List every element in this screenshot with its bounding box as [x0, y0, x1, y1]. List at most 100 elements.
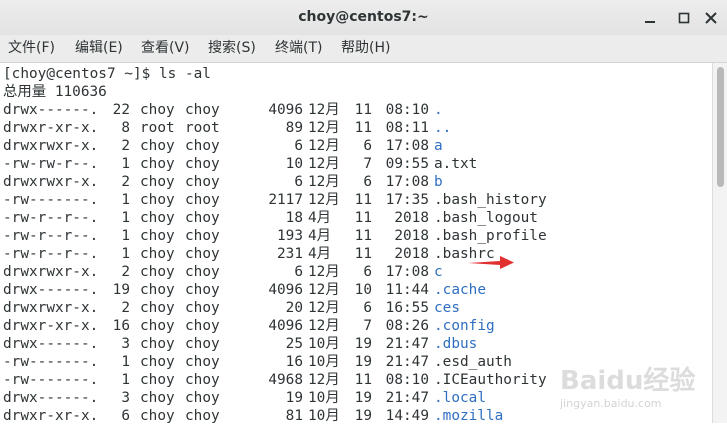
cell-group: choy [185, 300, 220, 316]
cell-group: choy [185, 102, 220, 118]
cell-size: 19 [285, 390, 303, 406]
cell-name: .ICEauthority [434, 372, 547, 388]
cell-links: 3 [121, 390, 130, 406]
cell-month: 10月 [308, 408, 340, 424]
cell-day: 19 [354, 354, 372, 370]
cell-name: c [434, 264, 443, 280]
cell-group: choy [185, 264, 220, 280]
cell-owner: choy [140, 138, 175, 154]
cell-group: choy [185, 138, 220, 154]
cell-group: choy [185, 210, 220, 226]
cell-size: 4096 [268, 102, 303, 118]
cell-time: 08:10 [385, 102, 429, 118]
cell-group: choy [185, 390, 220, 406]
annotation-arrow-icon [468, 256, 514, 269]
cell-group: choy [185, 282, 220, 298]
cell-month: 10月 [308, 390, 340, 406]
cell-group: choy [185, 336, 220, 352]
cell-perms: -rw-------. [3, 354, 99, 370]
cell-month: 12月 [308, 318, 340, 334]
cell-size: 4968 [268, 372, 303, 388]
minimize-button[interactable] [640, 8, 660, 28]
scrollbar-thumb[interactable] [717, 67, 724, 187]
cell-size: 6 [294, 174, 303, 190]
menu-edit[interactable]: 编辑(E) [73, 35, 125, 62]
cell-perms: -rw-r--r--. [3, 228, 99, 244]
cell-time: 11:44 [385, 282, 429, 298]
cell-perms: drwx------. [3, 102, 99, 118]
cell-owner: choy [140, 192, 175, 208]
cell-time: 08:11 [385, 120, 429, 136]
cell-time: 14:49 [385, 408, 429, 424]
close-button[interactable] [701, 8, 721, 28]
listing-row: drwxr-xr-x. 8 root root 89 12月 11 08:11.. [3, 119, 703, 137]
cell-perms: drwxrwxr-x. [3, 300, 99, 316]
cell-month: 12月 [308, 102, 340, 118]
cell-month: 4月 [308, 246, 332, 262]
close-icon [705, 12, 717, 24]
cell-perms: -rw-r--r--. [3, 246, 99, 262]
listing-row: drwxrwxr-x. 2 choy choy 6 12月 6 17:08 b [3, 173, 703, 191]
prompt-line: [choy@centos7 ~]$ ls -al [3, 66, 211, 82]
cell-perms: drwxr-xr-x. [3, 408, 99, 424]
cell-links: 22 [112, 102, 130, 118]
cell-month: 10月 [308, 354, 340, 370]
cell-day: 11 [354, 192, 372, 208]
cell-group: root [185, 120, 220, 136]
scrollbar[interactable] [712, 63, 727, 423]
watermark: Baidu经验 jingyan.baidu.com [560, 360, 695, 410]
cell-perms: drwxr-xr-x. [3, 318, 99, 334]
cell-group: choy [185, 408, 220, 424]
title-bar[interactable]: choy@centos7:~ [0, 0, 727, 36]
cell-name: .config [434, 318, 495, 334]
total-line: 总用量 110636 [3, 84, 107, 100]
cell-links: 8 [121, 120, 130, 136]
listing-row: drwxrwxr-x. 2 choy choy 6 12月 6 17:08 c [3, 263, 703, 281]
cell-links: 19 [112, 282, 130, 298]
watermark-text: Baidu经验 [560, 366, 696, 396]
cell-day: 11 [354, 120, 372, 136]
cell-size: 193 [277, 228, 303, 244]
cell-month: 12月 [308, 174, 340, 190]
cell-time: 08:26 [385, 318, 429, 334]
cell-size: 231 [277, 246, 303, 262]
cell-size: 16 [285, 354, 303, 370]
listing-row: -rw-rw-r--. 1 choy choy 10 12月 7 09:55 a.txt [3, 155, 703, 173]
listing-row: drwxrwxr-x. 2 choy choy 20 12月 6 16:55 ces [3, 299, 703, 317]
cell-time: 21:47 [385, 336, 429, 352]
cell-size: 25 [285, 336, 303, 352]
cell-owner: choy [140, 300, 175, 316]
cell-group: choy [185, 354, 220, 370]
cell-name: .. [434, 120, 452, 136]
cell-day: 11 [354, 372, 372, 388]
cell-day: 19 [354, 336, 372, 352]
cell-links: 1 [121, 210, 130, 226]
cell-perms: drwx------. [3, 336, 99, 352]
cell-day: 19 [354, 408, 372, 424]
cell-links: 2 [121, 300, 130, 316]
cell-owner: choy [140, 372, 175, 388]
cell-name: .esd_auth [434, 354, 512, 370]
cell-size: 2117 [268, 192, 303, 208]
cell-links: 1 [121, 192, 130, 208]
menu-view[interactable]: 查看(V) [139, 35, 192, 62]
cell-time: 17:08 [385, 138, 429, 154]
menu-help[interactable]: 帮助(H) [339, 35, 392, 62]
cell-perms: drwx------. [3, 282, 99, 298]
cell-time: 17:08 [385, 174, 429, 190]
cell-time: 09:55 [385, 156, 429, 172]
cell-group: choy [185, 372, 220, 388]
cell-group: choy [185, 174, 220, 190]
cell-links: 1 [121, 354, 130, 370]
menu-file[interactable]: 文件(F) [6, 35, 57, 62]
menu-terminal[interactable]: 终端(T) [273, 35, 324, 62]
cell-month: 12月 [308, 138, 340, 154]
cell-name: .mozilla [434, 408, 504, 424]
menu-search[interactable]: 搜索(S) [206, 35, 258, 62]
cell-links: 3 [121, 336, 130, 352]
maximize-button[interactable] [674, 8, 694, 28]
cell-owner: choy [140, 174, 175, 190]
cell-month: 12月 [308, 282, 340, 298]
cell-size: 4096 [268, 318, 303, 334]
maximize-icon [678, 12, 690, 24]
